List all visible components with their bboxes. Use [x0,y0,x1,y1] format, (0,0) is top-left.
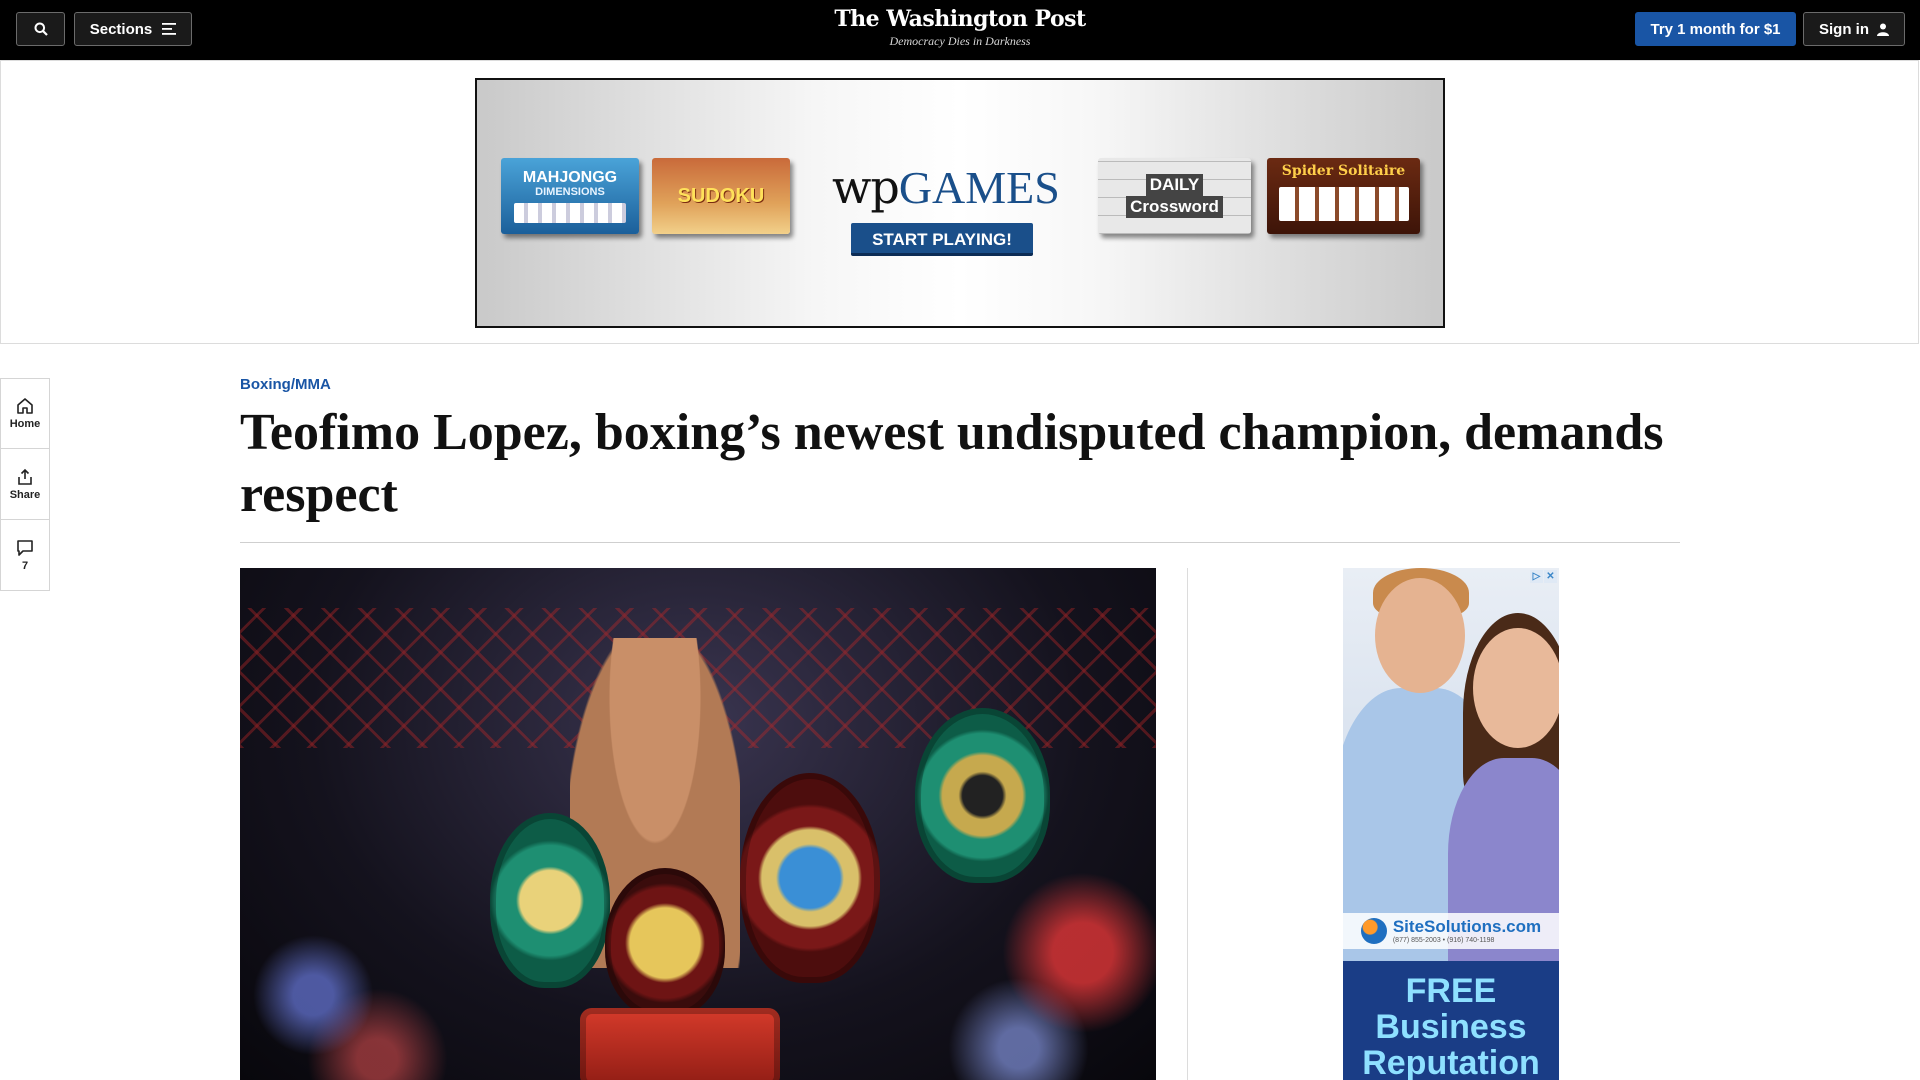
ad-brand-phones: (877) 855-2003 • (916) 740-1198 [1392,937,1495,944]
mahjong-tiles-graphic [514,202,626,223]
wp-games-brand: wpGAMES START PLAYING! [832,160,1060,256]
comment-icon [17,539,33,556]
start-playing-button[interactable]: START PLAYING! [851,223,1033,256]
mahjongg-subtitle: DIMENSIONS [535,185,605,198]
share-icon [18,468,32,485]
article-headline: Teofimo Lopez, boxing’s newest undispute… [240,404,1664,523]
ad-choices[interactable]: ▷ ✕ [1530,570,1557,583]
hero-photo [240,568,1156,1080]
games-wordmark: GAMES [898,162,1060,213]
crossword-line2: Crossword [1126,196,1223,218]
spider-title: Spider Solitaire [1281,163,1406,179]
top-nav-bar: Sections The Washington Post Democracy D… [0,0,1920,60]
search-icon [34,22,48,36]
crossword-line1: DAILY [1145,174,1204,196]
rail-home-button[interactable]: Home [0,378,50,449]
headline-divider [240,542,1680,543]
rail-share-button[interactable]: Share [0,449,50,520]
ad-brand-name: SiteSolutions.com (877) 855-2003 • (916)… [1393,917,1541,945]
rail-comments-button[interactable]: 7 [0,520,50,591]
menu-icon [162,23,177,35]
wp-games-logo: wpGAMES [832,160,1060,214]
championship-belt [915,708,1050,883]
left-rail: Home Share 7 [0,378,50,591]
championship-belt [740,773,880,983]
wp-mark: wp [832,160,900,214]
rail-share-label: Share [9,488,41,501]
crossword-tile[interactable]: DAILY Crossword [1098,158,1251,234]
ad-brand-text: SiteSolutions.com [1392,917,1542,936]
brand-swirl-icon [1360,918,1387,944]
cards-graphic [1278,187,1409,221]
mahjongg-tile[interactable]: MAHJONGG DIMENSIONS [501,158,639,234]
close-ad-icon[interactable]: ✕ [1544,570,1557,583]
site-logo[interactable]: The Washington Post [760,6,1160,32]
mahjongg-title: MAHJONGG [522,168,618,186]
home-icon [17,398,33,414]
championship-belt [605,868,725,1018]
championship-belt [490,813,610,988]
wp-games-ad[interactable]: MAHJONGG DIMENSIONS SUDOKU wpGAMES START… [475,78,1445,328]
user-icon [1877,23,1889,36]
article-section-kicker[interactable]: Boxing/MMA [240,376,331,393]
sections-button[interactable]: Sections [74,12,192,46]
sidebar-ad[interactable]: ▷ ✕ SiteSolutions.com (877) 855-2003 • (… [1343,568,1559,1080]
ad-man-face [1375,578,1465,693]
subscribe-label: Try 1 month for $1 [1650,20,1781,38]
sign-in-label: Sign in [1819,20,1869,38]
sudoku-tile[interactable]: SUDOKU [652,158,790,234]
ad-headline: FREE Business Reputation [1343,961,1559,1080]
sign-in-button[interactable]: Sign in [1803,12,1905,46]
search-button[interactable] [16,12,65,46]
subscribe-button[interactable]: Try 1 month for $1 [1635,12,1796,46]
championship-belt [580,1008,780,1080]
ad-woman-face [1473,628,1559,748]
sections-label: Sections [89,20,153,38]
column-divider [1187,568,1188,1080]
spider-solitaire-tile[interactable]: Spider Solitaire [1267,158,1420,234]
masthead[interactable]: The Washington Post Democracy Dies in Da… [760,6,1160,49]
rail-home-label: Home [9,418,41,430]
site-tagline: Democracy Dies in Darkness [889,34,1031,48]
sudoku-title: SUDOKU [677,184,765,207]
ad-brand-logo: SiteSolutions.com (877) 855-2003 • (916)… [1343,913,1559,949]
adchoices-icon[interactable]: ▷ [1530,570,1543,583]
rail-comments-count: 7 [21,559,29,572]
